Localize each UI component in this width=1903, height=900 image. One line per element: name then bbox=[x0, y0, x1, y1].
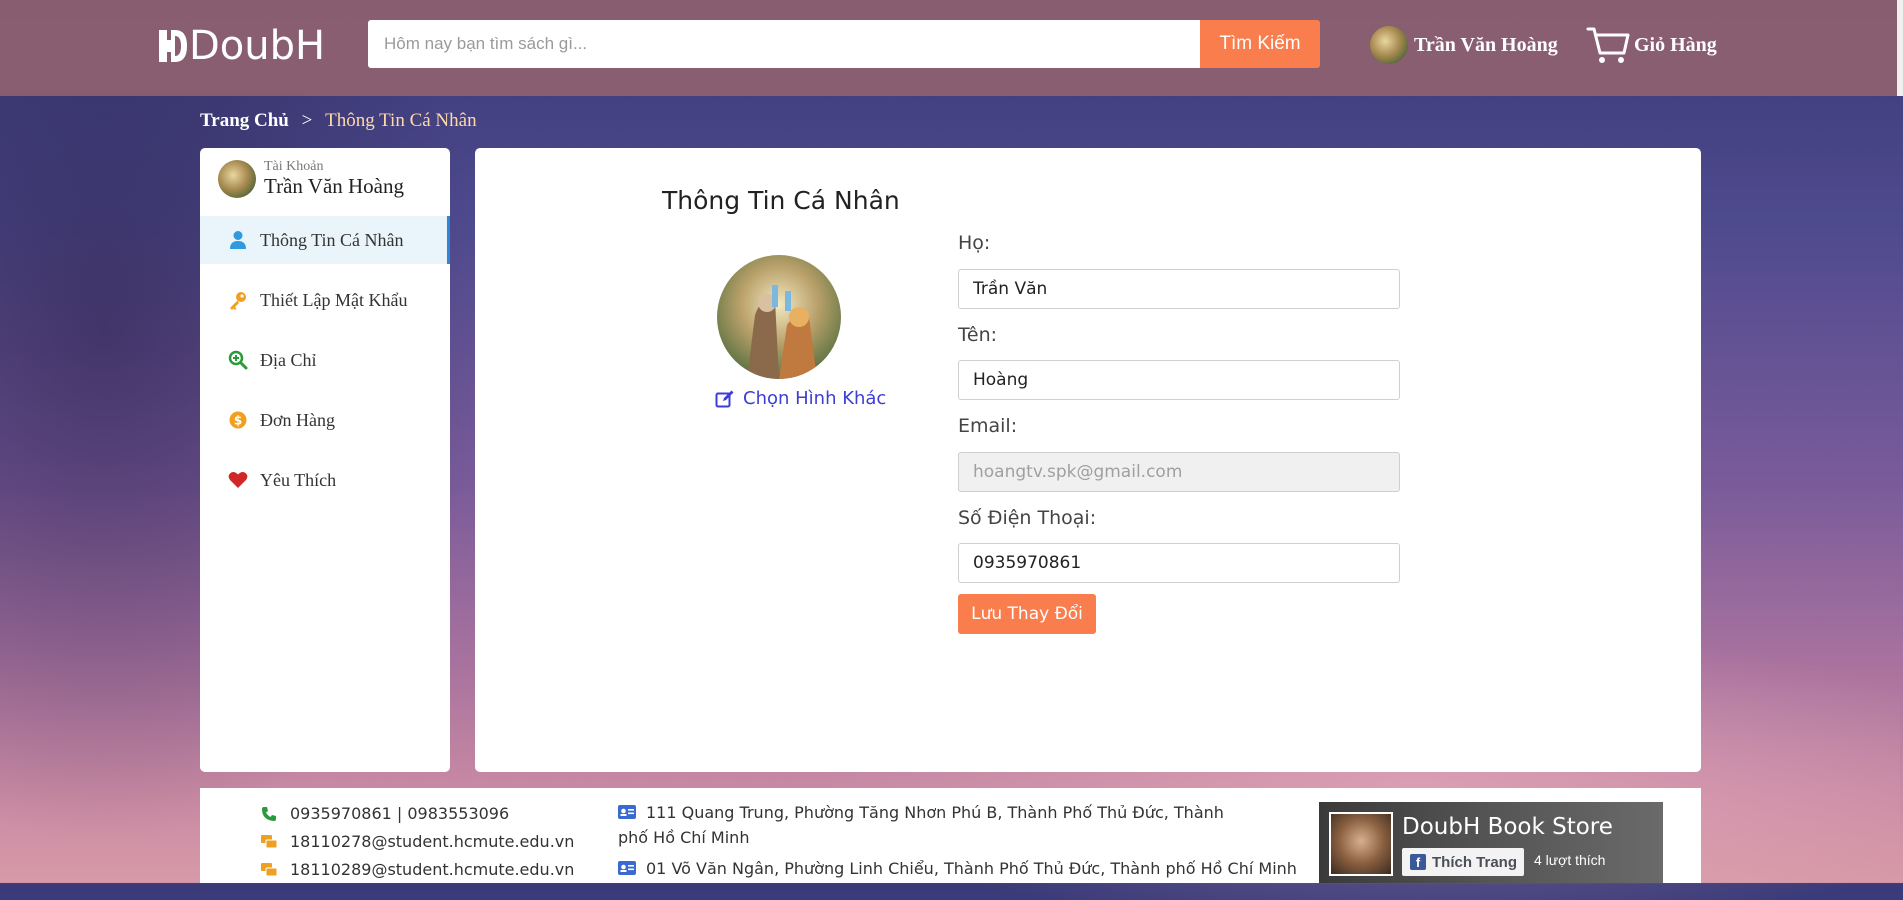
facebook-page-name[interactable]: DoubH Book Store bbox=[1402, 814, 1613, 840]
mail-stack-icon bbox=[260, 862, 278, 878]
svg-text:$: $ bbox=[234, 414, 242, 428]
footer-phone-row: 0935970861 | 0983553096 bbox=[260, 804, 509, 823]
save-button[interactable]: Lưu Thay Đổi bbox=[958, 594, 1096, 634]
breadcrumb: Trang Chủ > Thông Tin Cá Nhân bbox=[200, 110, 477, 132]
footer-phone: 0935970861 | 0983553096 bbox=[290, 804, 510, 823]
avatar bbox=[218, 160, 256, 198]
first-name-field[interactable] bbox=[958, 360, 1400, 400]
coin-icon: $ bbox=[228, 410, 248, 430]
cart-label: Giỏ Hàng bbox=[1634, 33, 1717, 56]
footer-email-row-2: 18110289@student.hcmute.edu.vn bbox=[260, 860, 574, 879]
avatar bbox=[1370, 26, 1408, 64]
search-input[interactable] bbox=[368, 20, 1200, 68]
header-user-name: Trần Văn Hoàng bbox=[1414, 33, 1558, 56]
sidebar-item-password[interactable]: Thiết Lập Mật Khẩu bbox=[200, 276, 450, 324]
footer-address-2-text: 01 Võ Văn Ngân, Phường Linh Chiểu, Thành… bbox=[646, 859, 1297, 878]
facebook-page-thumbnail bbox=[1329, 812, 1393, 876]
last-name-label: Họ: bbox=[958, 232, 991, 254]
top-header: DoubH Tìm Kiếm Trần Văn Hoàng Giỏ Hàng bbox=[0, 0, 1903, 96]
change-picture-button[interactable]: Chọn Hình Khác bbox=[715, 388, 886, 409]
first-name-label: Tên: bbox=[958, 324, 998, 346]
phone-label: Số Điện Thoại: bbox=[958, 507, 1097, 529]
facebook-like-label: Thích Trang bbox=[1432, 853, 1518, 871]
heart-icon bbox=[228, 470, 248, 490]
address-card-icon bbox=[618, 861, 636, 875]
sidebar-item-address[interactable]: Địa Chỉ bbox=[200, 336, 450, 384]
sidebar-item-orders[interactable]: $ Đơn Hàng bbox=[200, 396, 450, 444]
breadcrumb-home[interactable]: Trang Chủ bbox=[200, 110, 289, 131]
location-search-icon bbox=[228, 350, 248, 370]
footer-address-1-text: 111 Quang Trung, Phường Tăng Nhơn Phú B,… bbox=[618, 803, 1224, 847]
site-footer: 0935970861 | 0983553096 18110278@student… bbox=[200, 788, 1701, 883]
address-card-icon bbox=[618, 805, 636, 819]
facebook-icon: f bbox=[1410, 854, 1426, 870]
sidebar-item-label: Thông Tin Cá Nhân bbox=[260, 229, 404, 250]
phone-field[interactable] bbox=[958, 543, 1400, 583]
profile-picture bbox=[717, 255, 841, 379]
sidebar-item-label: Yêu Thích bbox=[260, 469, 337, 490]
key-icon bbox=[228, 290, 248, 310]
site-logo[interactable]: DoubH bbox=[157, 22, 325, 70]
footer-email-row-1: 18110278@student.hcmute.edu.vn bbox=[260, 832, 574, 851]
email-field bbox=[958, 452, 1400, 492]
facebook-like-count: 4 lượt thích bbox=[1534, 852, 1606, 868]
facebook-like-button[interactable]: f Thích Trang bbox=[1402, 848, 1524, 876]
edit-icon bbox=[715, 390, 734, 407]
sidebar-item-profile[interactable]: Thông Tin Cá Nhân bbox=[200, 216, 450, 264]
sidebar-user-name: Trần Văn Hoàng bbox=[264, 174, 404, 198]
sidebar-user-header: Tài Khoản Trần Văn Hoàng bbox=[218, 160, 404, 198]
sidebar-item-label: Thiết Lập Mật Khẩu bbox=[260, 289, 408, 310]
logo-mark-icon bbox=[159, 30, 187, 62]
email-label: Email: bbox=[958, 415, 1018, 437]
footer-address-1: 111 Quang Trung, Phường Tăng Nhơn Phú B,… bbox=[618, 800, 1258, 850]
change-picture-label: Chọn Hình Khác bbox=[743, 388, 887, 409]
sidebar-item-favorites[interactable]: Yêu Thích bbox=[200, 456, 450, 504]
last-name-field[interactable] bbox=[958, 269, 1400, 309]
breadcrumb-current: Thông Tin Cá Nhân bbox=[325, 110, 477, 131]
account-sidebar: Tài Khoản Trần Văn Hoàng Thông Tin Cá Nh… bbox=[200, 148, 450, 772]
account-label: Tài Khoản bbox=[264, 159, 324, 174]
footer-email-1: 18110278@student.hcmute.edu.vn bbox=[290, 832, 575, 851]
mail-stack-icon bbox=[260, 834, 278, 850]
page-title: Thông Tin Cá Nhân bbox=[662, 186, 900, 215]
logo-text: DoubH bbox=[189, 23, 326, 69]
search-button[interactable]: Tìm Kiếm bbox=[1200, 20, 1320, 68]
facebook-page-widget[interactable]: DoubH Book Store f Thích Trang 4 lượt th… bbox=[1319, 802, 1663, 883]
user-icon bbox=[228, 230, 248, 250]
profile-panel: Thông Tin Cá Nhân Chọn Hình Khác Họ: Trầ… bbox=[475, 148, 1701, 772]
cart-icon bbox=[1586, 27, 1630, 63]
cart-link[interactable]: Giỏ Hàng bbox=[1586, 24, 1717, 66]
scrollbar[interactable] bbox=[1897, 0, 1903, 96]
header-user-link[interactable]: Trần Văn Hoàng bbox=[1370, 26, 1558, 64]
footer-address-2: 01 Võ Văn Ngân, Phường Linh Chiểu, Thành… bbox=[618, 856, 1298, 881]
footer-email-2: 18110289@student.hcmute.edu.vn bbox=[290, 860, 575, 879]
sidebar-item-label: Đơn Hàng bbox=[260, 409, 336, 430]
breadcrumb-separator: > bbox=[301, 110, 313, 131]
sidebar-item-label: Địa Chỉ bbox=[260, 349, 317, 370]
phone-icon bbox=[260, 806, 278, 822]
